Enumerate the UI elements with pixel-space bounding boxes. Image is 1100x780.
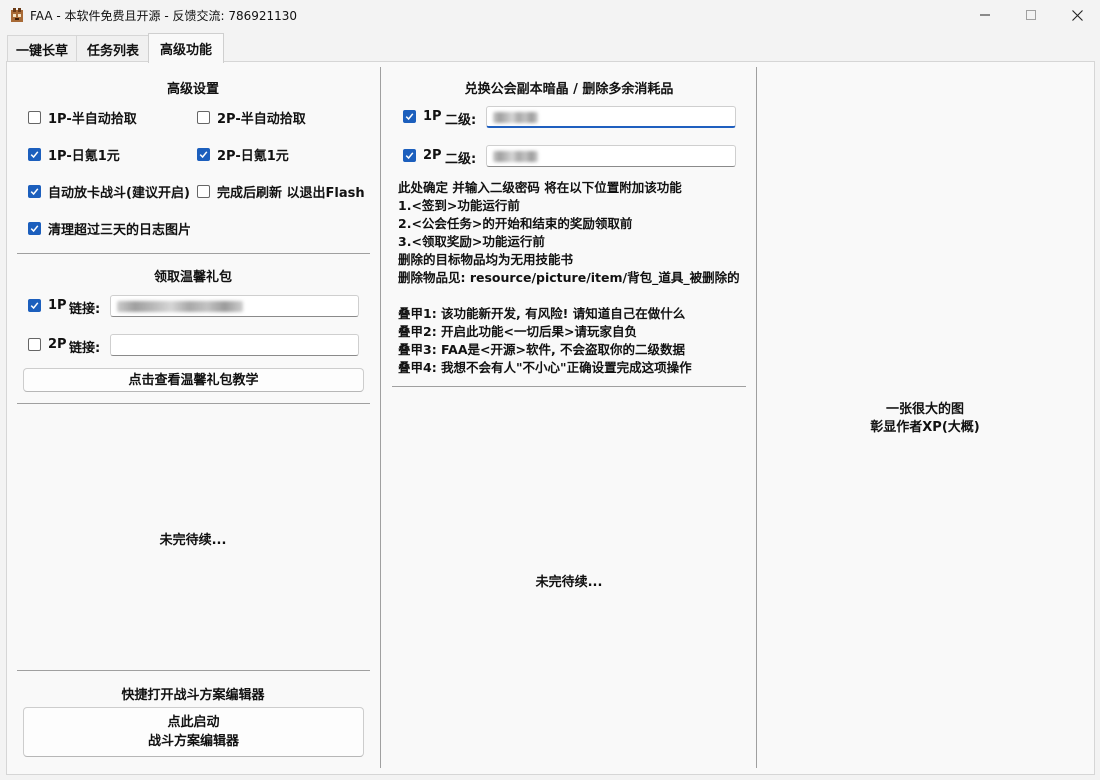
redacted-text <box>493 112 538 123</box>
exchange-2p-password-input[interactable] <box>486 145 736 167</box>
exchange-heading: 兑换公会副本暗晶 / 删除多余消耗品 <box>464 82 674 97</box>
gift-1p-checkbox[interactable]: 1P <box>28 298 67 313</box>
exchange-1p-password-input[interactable] <box>486 106 736 128</box>
gift-pack-heading: 领取温馨礼包 <box>153 270 232 285</box>
checkbox-checked[interactable] <box>197 148 210 161</box>
left-placeholder-text: 未完待续... <box>159 533 227 548</box>
option-2p-daily-pay[interactable]: 2P-日氪1元 <box>197 145 289 164</box>
launch-editor-button[interactable]: 点此启动 战斗方案编辑器 <box>23 707 364 757</box>
info-line: 2.<公会任务>的开始和结束的奖励领取前 <box>398 216 633 231</box>
section-divider <box>17 670 370 671</box>
redacted-text <box>117 301 243 312</box>
maximize-icon <box>1026 10 1036 20</box>
minimize-button[interactable] <box>962 0 1008 30</box>
exchange-1p-password-label: 二级: <box>445 113 477 128</box>
checkbox-checked[interactable] <box>28 222 41 235</box>
caption-line: 彰显作者XP(大概) <box>870 420 980 435</box>
maximize-button[interactable] <box>1008 0 1054 30</box>
gift-1p-link-input[interactable] <box>110 295 359 317</box>
gift-2p-link-input[interactable] <box>110 334 359 356</box>
check-icon <box>30 151 39 159</box>
title-bar: FAA - 本软件免费且开源 - 反馈交流: 786921130 <box>0 0 1100 30</box>
checkbox[interactable] <box>197 111 210 124</box>
info-line: 叠甲4: 我想不会有人"不小心"正确设置完成这项操作 <box>398 360 692 375</box>
gift-1p-link-label: 链接: <box>69 302 101 317</box>
info-line: 此处确定 并输入二级密码 将在以下位置附加该功能 <box>398 180 682 195</box>
check-icon <box>199 151 208 159</box>
tab-one-click[interactable]: 一键长草 <box>7 35 77 62</box>
faa-app-icon <box>11 8 23 22</box>
check-icon <box>405 113 414 121</box>
tab-task-list[interactable]: 任务列表 <box>76 35 150 62</box>
info-line: 叠甲3: FAA是<开源>软件, 不会盗取你的二级数据 <box>398 342 686 357</box>
editor-heading: 快捷打开战斗方案编辑器 <box>121 688 265 703</box>
close-button[interactable] <box>1054 0 1100 30</box>
middle-placeholder-text: 未完待续... <box>535 575 603 590</box>
exchange-1p-checkbox[interactable]: 1P <box>403 109 442 124</box>
gift-2p-link-label: 链接: <box>69 341 101 356</box>
option-1p-daily-pay[interactable]: 1P-日氪1元 <box>28 145 120 164</box>
exchange-2p-password-label: 二级: <box>445 152 477 167</box>
checkbox-checked[interactable] <box>28 299 41 312</box>
advanced-settings-heading: 高级设置 <box>166 82 219 97</box>
section-divider <box>17 403 370 404</box>
tab-advanced[interactable]: 高级功能 <box>148 33 224 63</box>
check-icon <box>30 302 39 310</box>
redacted-text <box>493 151 538 162</box>
checkbox[interactable] <box>28 338 41 351</box>
info-line: 1.<签到>功能运行前 <box>398 198 520 213</box>
info-line <box>398 287 740 305</box>
check-icon <box>405 152 414 160</box>
exchange-2p-checkbox[interactable]: 2P <box>403 148 442 163</box>
option-refresh-exit-flash[interactable]: 完成后刷新 以退出Flash <box>197 182 365 201</box>
gift-2p-checkbox[interactable]: 2P <box>28 337 67 352</box>
section-divider <box>17 253 370 254</box>
section-divider <box>392 386 746 387</box>
check-icon <box>30 225 39 233</box>
column-divider <box>380 67 381 768</box>
checkbox[interactable] <box>197 185 210 198</box>
info-line: 3.<领取奖励>功能运行前 <box>398 234 545 249</box>
close-icon <box>1071 9 1083 21</box>
option-auto-battle[interactable]: 自动放卡战斗(建议开启) <box>28 182 190 201</box>
caption-line: 一张很大的图 <box>885 402 964 417</box>
checkbox-checked[interactable] <box>403 110 416 123</box>
minimize-icon <box>980 14 990 16</box>
check-icon <box>30 188 39 196</box>
option-1p-semi-auto-pickup[interactable]: 1P-半自动拾取 <box>28 108 137 127</box>
checkbox[interactable] <box>28 111 41 124</box>
option-2p-semi-auto-pickup[interactable]: 2P-半自动拾取 <box>197 108 306 127</box>
option-clean-old-logs[interactable]: 清理超过三天的日志图片 <box>28 219 191 238</box>
info-line: 删除物品见: resource/picture/item/背包_道具_被删除的 <box>398 270 740 285</box>
info-line: 叠甲1: 该功能新开发, 有风险! 请知道自己在做什么 <box>398 306 686 321</box>
checkbox-checked[interactable] <box>28 185 41 198</box>
checkbox-checked[interactable] <box>403 149 416 162</box>
info-line: 叠甲2: 开启此功能<一切后果>请玩家自负 <box>398 324 637 339</box>
gift-tutorial-button[interactable]: 点击查看温馨礼包教学 <box>23 368 364 392</box>
right-panel-caption: 一张很大的图 彰显作者XP(大概) <box>757 401 1093 437</box>
exchange-info-text: 此处确定 并输入二级密码 将在以下位置附加该功能 1.<签到>功能运行前 2.<… <box>398 179 740 377</box>
info-line: 删除的目标物品均为无用技能书 <box>398 252 574 267</box>
checkbox-checked[interactable] <box>28 148 41 161</box>
window-title: FAA - 本软件免费且开源 - 反馈交流: 786921130 <box>30 9 298 23</box>
